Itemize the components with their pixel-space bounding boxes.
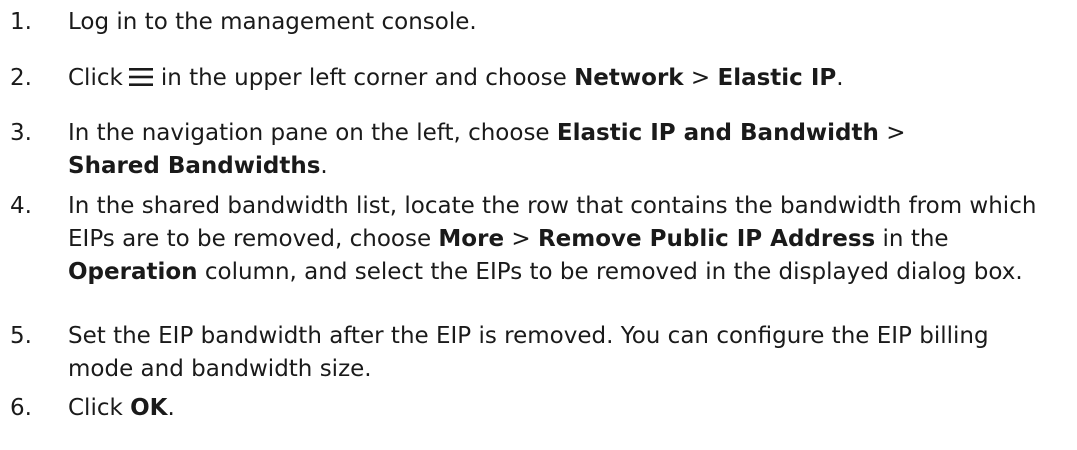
step-number: 1. bbox=[10, 9, 32, 35]
step-text: Click in the upper left corner and choose… bbox=[68, 65, 844, 91]
step-number: 6. bbox=[10, 395, 32, 421]
step-number: 3. bbox=[10, 120, 32, 146]
step-number: 5. bbox=[10, 323, 32, 349]
step-text: Click OK. bbox=[68, 395, 175, 421]
step-text: In the navigation pane on the left, choo… bbox=[68, 120, 906, 179]
step-text: In the shared bandwidth list, locate the… bbox=[68, 193, 1037, 285]
step-number: 4. bbox=[10, 193, 32, 219]
procedure-steps: 1. Log in to the management console. 2. … bbox=[0, 0, 1077, 450]
step-text: Set the EIP bandwidth after the EIP is r… bbox=[68, 323, 989, 382]
menu-icon bbox=[128, 68, 153, 86]
step-number: 2. bbox=[10, 65, 32, 91]
step-text: Log in to the management console. bbox=[68, 9, 477, 35]
